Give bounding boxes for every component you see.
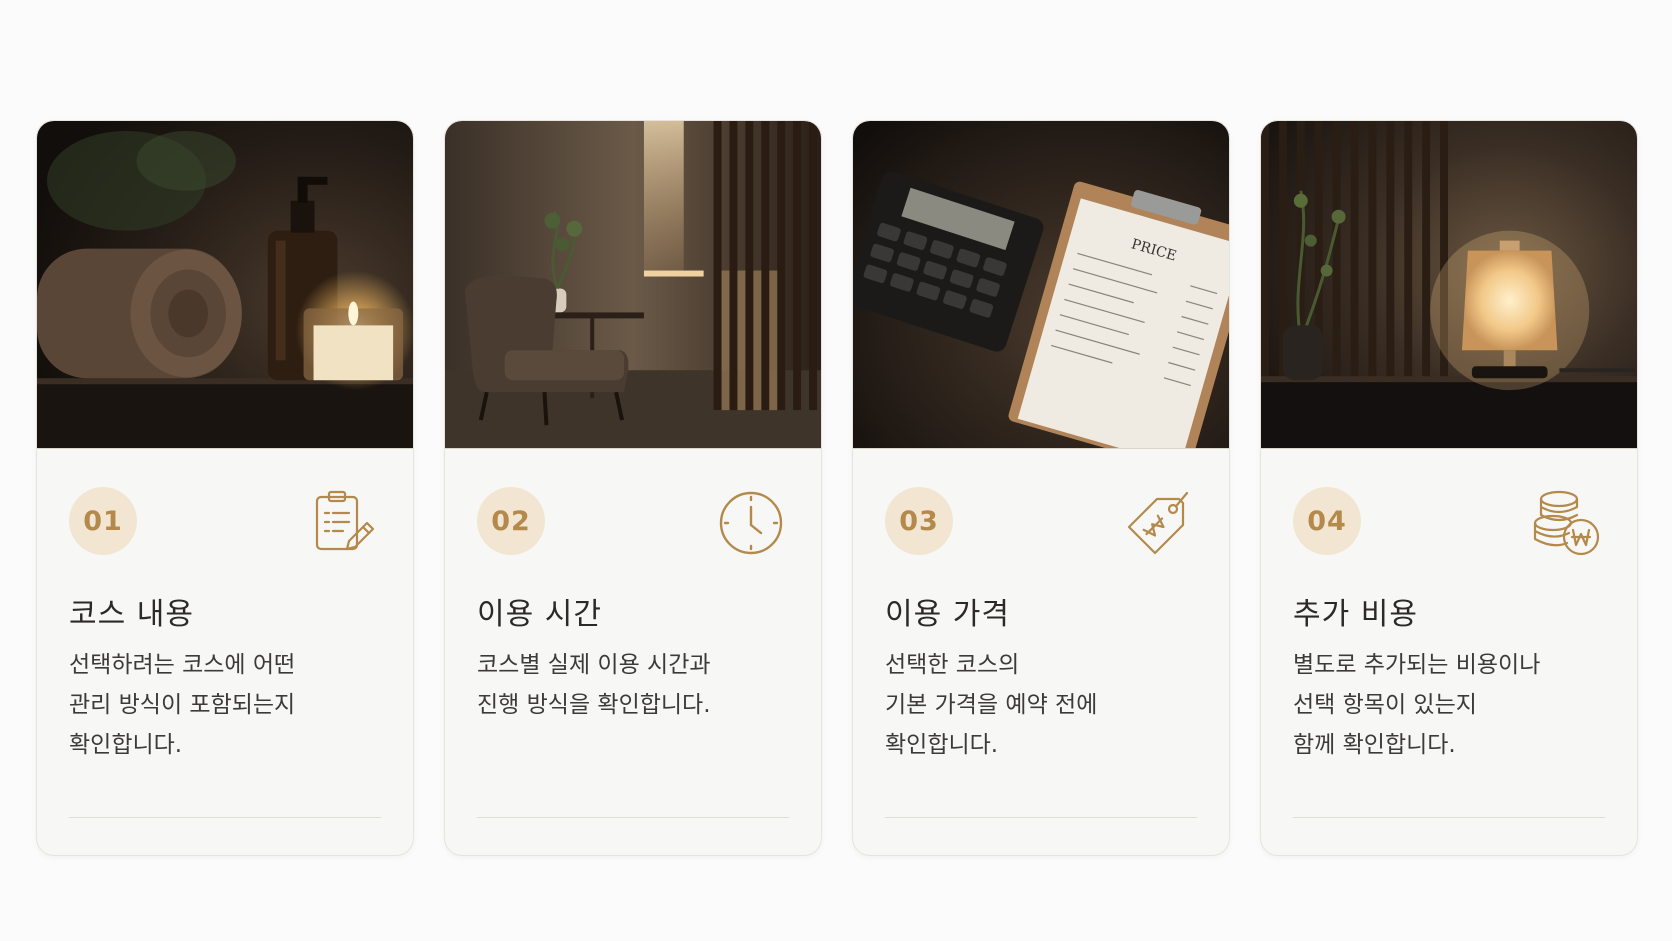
calculator-price-list-photo: PRICE <box>853 121 1229 449</box>
step-number-badge: 04 <box>1293 487 1361 555</box>
card-divider <box>477 817 789 818</box>
card-title: 이용 가격 <box>885 597 1010 632</box>
card-title: 추가 비용 <box>1293 597 1418 632</box>
card-description: 선택한 코스의 기본 가격을 예약 전에 확인합니다. <box>885 652 1098 758</box>
info-cards: 01 코스 내용 선택하려는 코스에 어떤 관리 방식이 포함되는지 확인합니다… <box>36 120 1638 856</box>
step-number-badge: 03 <box>885 487 953 555</box>
card-description: 별도로 추가되는 비용이나 선택 항목이 있는지 함께 확인합니다. <box>1293 652 1541 758</box>
card-extra-cost: 04 추가 비용 별도로 추가되는 비용이나 선택 항목이 있는지 함께 확인합… <box>1260 120 1638 856</box>
card-description: 선택하려는 코스에 어떤 관리 방식이 포함되는지 확인합니다. <box>69 652 296 758</box>
step-number-badge: 01 <box>69 487 137 555</box>
spa-towel-candle-photo <box>37 121 413 449</box>
card-divider <box>1293 817 1605 818</box>
card-course-content: 01 코스 내용 선택하려는 코스에 어떤 관리 방식이 포함되는지 확인합니다… <box>36 120 414 856</box>
table-lamp-photo <box>1261 121 1637 449</box>
card-usage-time: 02 이용 시간 코스별 실제 이용 시간과 진행 방식을 확인합니다. <box>444 120 822 856</box>
card-usage-price: PRICE 03 이용 가격 선택한 코스의 기본 가격을 예약 전에 확인합니… <box>852 120 1230 856</box>
card-divider <box>885 817 1197 818</box>
lounge-chair-photo <box>445 121 821 449</box>
card-title: 이용 시간 <box>477 597 602 632</box>
won-price-tag-icon <box>1123 487 1195 559</box>
coins-won-icon <box>1531 487 1603 559</box>
step-number-badge: 02 <box>477 487 545 555</box>
clipboard-edit-icon <box>307 487 379 559</box>
card-title: 코스 내용 <box>69 597 194 632</box>
card-description: 코스별 실제 이용 시간과 진행 방식을 확인합니다. <box>477 652 711 718</box>
clock-icon <box>715 487 787 559</box>
card-divider <box>69 817 381 818</box>
